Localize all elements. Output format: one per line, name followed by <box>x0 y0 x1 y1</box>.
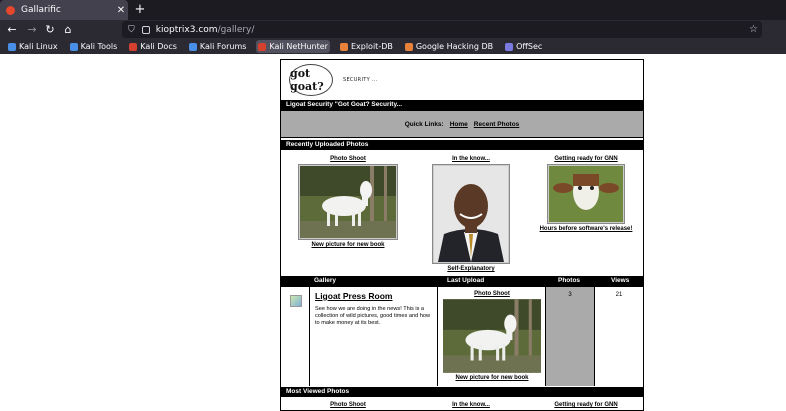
goat-image <box>443 299 541 373</box>
gallery-row: Ligoat Press Room See how we are doing i… <box>281 286 643 386</box>
quick-links-bar: Quick Links: Home Recent Photos <box>281 110 643 138</box>
nethunter-icon <box>258 42 267 51</box>
site-tagline: SECURITY ... <box>343 77 378 83</box>
last-upload-photo: Photo Shoot New picture for new book <box>438 291 546 381</box>
new-tab-button[interactable]: + <box>133 2 147 18</box>
views-count: 21 <box>615 292 623 298</box>
tab-bar: Gallarific ✕ + <box>0 0 786 20</box>
firefox-icon <box>6 5 15 15</box>
goat-photo-thumb[interactable] <box>298 164 398 240</box>
gallery-description: See how we are doing in the news! This i… <box>315 306 431 326</box>
recent-photo-3: Getting ready for GNN Hours before softw… <box>531 156 641 232</box>
header-gallery: Gallery <box>314 277 337 284</box>
docs-icon <box>129 42 138 51</box>
gallery-page: got goat? SECURITY ... Ligoat Security "… <box>280 59 644 411</box>
bookmark-google-hacking-db[interactable]: Google Hacking DB <box>403 40 495 53</box>
home-icon[interactable]: ⌂ <box>60 21 76 38</box>
gallery-info-cell: Ligoat Press Room See how we are doing i… <box>310 287 438 386</box>
recent-photo-1-caption[interactable]: New picture for new book <box>293 242 403 248</box>
bookmark-exploit-db[interactable]: Exploit-DB <box>338 40 395 53</box>
lock-icon[interactable] <box>141 25 150 34</box>
quick-links-label: Quick Links: <box>404 120 444 128</box>
bookmark-offsec[interactable]: OffSec <box>503 40 544 53</box>
goat-image <box>300 166 396 238</box>
header-last-upload: Last Upload <box>447 277 485 284</box>
recent-photo-1: Photo Shoot New picture for new book <box>293 156 403 248</box>
header-photos: Photos <box>558 277 581 284</box>
site-header: got goat? SECURITY ... <box>281 60 643 100</box>
browser-tab[interactable]: Gallarific ✕ <box>0 0 128 20</box>
portrait-image <box>434 166 508 262</box>
goat-face-photo-thumb[interactable] <box>547 164 625 224</box>
offsec-icon <box>505 42 514 51</box>
bookmark-kali-linux[interactable]: Kali Linux <box>6 40 60 53</box>
kali-icon <box>188 42 197 51</box>
views-count-cell: 21 <box>595 287 643 386</box>
last-upload-thumb[interactable] <box>443 299 541 373</box>
back-icon[interactable]: ← <box>4 21 20 38</box>
gallery-table-header: Gallery Last Upload Photos Views <box>281 276 643 286</box>
most-viewed-1: Photo Shoot <box>293 402 403 408</box>
bookmark-kali-docs[interactable]: Kali Docs <box>127 40 179 53</box>
reload-icon[interactable]: ↻ <box>42 21 58 38</box>
most-viewed-3-title[interactable]: Getting ready for GNN <box>531 402 641 408</box>
forward-icon[interactable]: → <box>24 21 40 38</box>
last-upload-title[interactable]: Photo Shoot <box>438 291 546 297</box>
bookmarks-toolbar: Kali Linux Kali Tools Kali Docs Kali For… <box>0 39 786 54</box>
header-views: Views <box>611 277 630 284</box>
bookmark-kali-nethunter[interactable]: Kali NetHunter <box>256 40 330 53</box>
last-upload-caption[interactable]: New picture for new book <box>438 375 546 381</box>
exploit-db-icon <box>339 42 348 51</box>
shield-icon[interactable]: ⛉ <box>128 25 135 35</box>
url-bar[interactable]: ⛉ kioptrix3.com/gallery/ ☆ <box>122 21 762 38</box>
most-viewed-1-title[interactable]: Photo Shoot <box>293 402 403 408</box>
most-viewed-2: In the know... <box>416 402 526 408</box>
close-tab-icon[interactable]: ✕ <box>114 5 128 16</box>
tab-title: Gallarific <box>21 5 61 15</box>
recent-photo-3-title[interactable]: Getting ready for GNN <box>531 156 641 162</box>
photos-count: 3 <box>568 292 572 298</box>
bookmark-kali-forums[interactable]: Kali Forums <box>187 40 249 53</box>
recent-photo-3-caption[interactable]: Hours before software's release! <box>531 226 641 232</box>
last-upload-cell: Photo Shoot New picture for new book <box>438 287 546 386</box>
most-viewed-2-title[interactable]: In the know... <box>416 402 526 408</box>
bookmark-star-icon[interactable]: ☆ <box>749 24 758 35</box>
man-photo-thumb[interactable] <box>432 164 510 264</box>
ghdb-icon <box>404 42 413 51</box>
kali-icon <box>8 42 16 51</box>
folder-image-icon[interactable] <box>290 295 302 307</box>
link-home[interactable]: Home <box>450 121 468 128</box>
url-text[interactable]: kioptrix3.com/gallery/ <box>156 25 255 35</box>
bookmark-kali-tools[interactable]: Kali Tools <box>68 40 120 53</box>
most-viewed-3: Getting ready for GNN <box>531 402 641 408</box>
photos-count-cell: 3 <box>546 287 595 386</box>
gallery-name-link[interactable]: Ligoat Press Room <box>315 291 392 301</box>
site-title-bar: Ligoat Security "Got Goat? Security... <box>281 100 643 110</box>
recent-photo-2: In the know... Self-Explanatory <box>416 156 526 272</box>
recent-photo-2-title[interactable]: In the know... <box>416 156 526 162</box>
goat-face-image <box>549 166 623 222</box>
kali-icon <box>69 42 78 51</box>
recent-photo-2-caption[interactable]: Self-Explanatory <box>416 266 526 272</box>
most-viewed-heading: Most Viewed Photos <box>281 387 643 397</box>
got-goat-logo[interactable]: got goat? <box>289 64 333 96</box>
link-recent-photos[interactable]: Recent Photos <box>474 121 520 128</box>
recent-photos-heading: Recently Uploaded Photos <box>281 140 643 150</box>
gallery-icon-cell <box>281 287 310 386</box>
recent-photo-1-title[interactable]: Photo Shoot <box>293 156 403 162</box>
